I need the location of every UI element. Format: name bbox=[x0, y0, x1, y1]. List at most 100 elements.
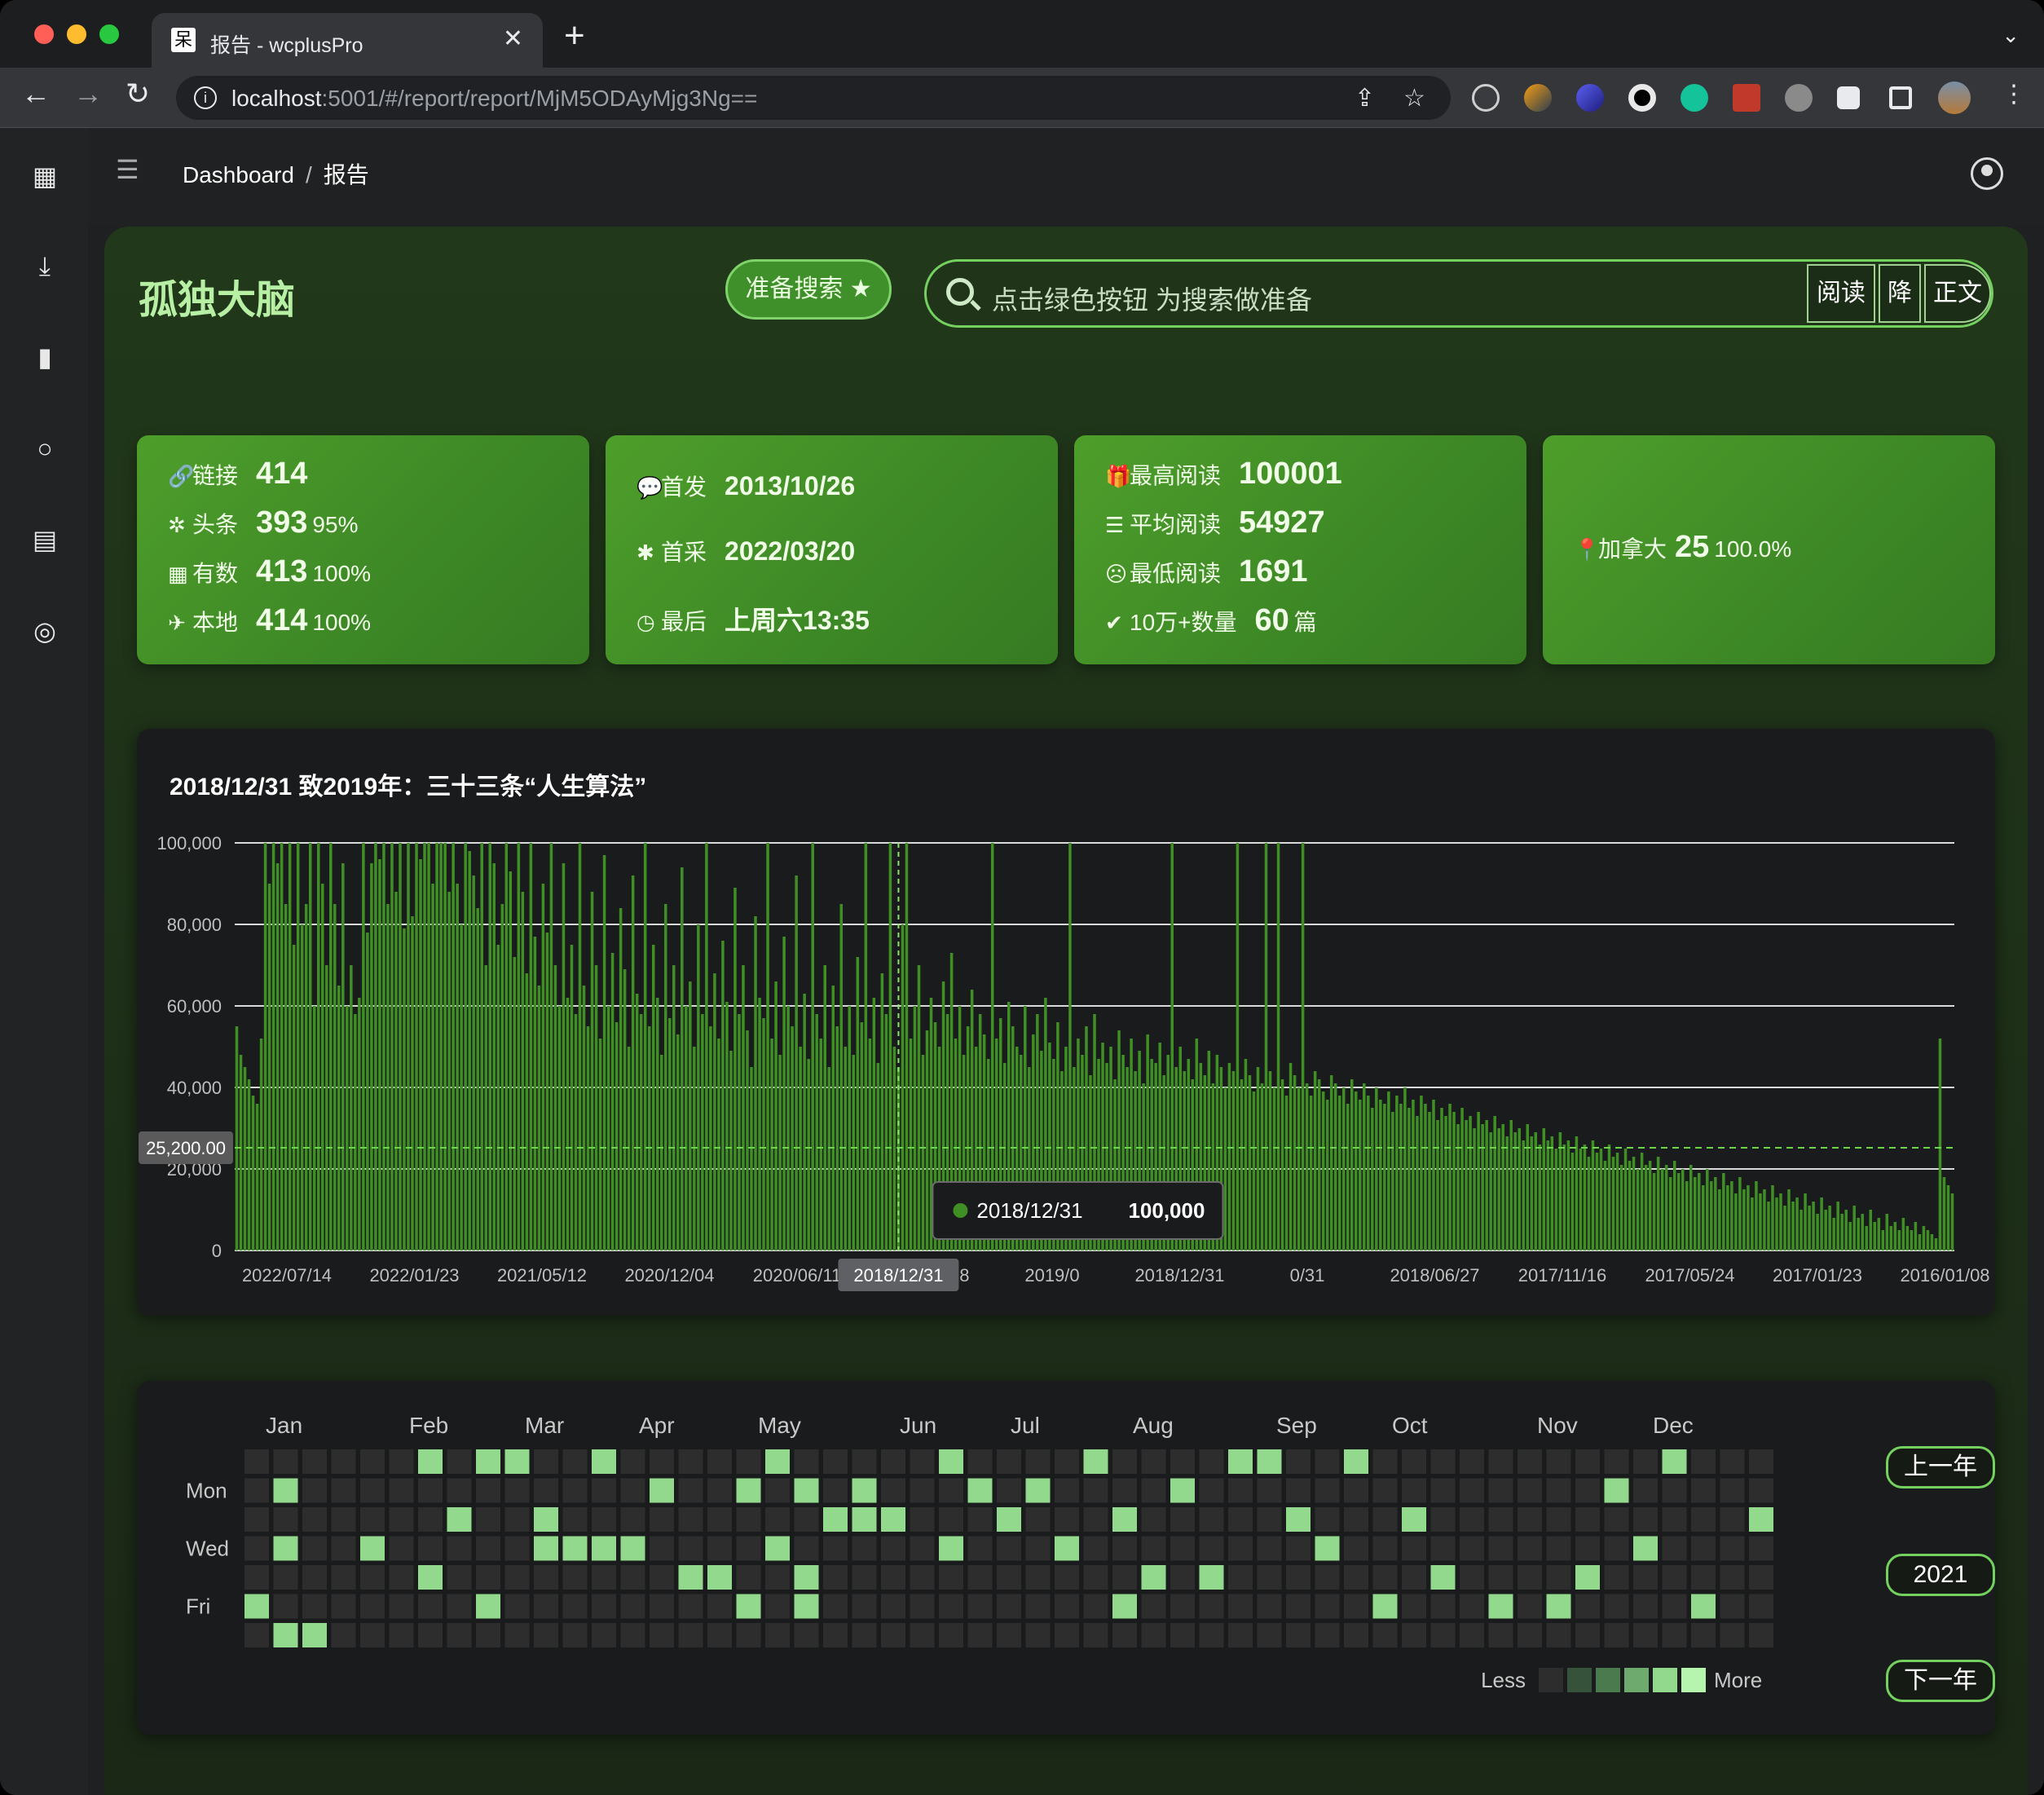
sidebar-download-icon[interactable]: ⤓ bbox=[29, 250, 60, 281]
heatmap-cell bbox=[1749, 1565, 1773, 1590]
chart-bar bbox=[729, 1051, 733, 1250]
browser-tab[interactable]: 呆 报告 - wcplusPro ✕ bbox=[152, 13, 543, 68]
heatmap-cell-active bbox=[1488, 1594, 1513, 1619]
heatmap-cell bbox=[1430, 1594, 1456, 1619]
url-text[interactable]: localhost:5001/#/report/report/MjM5ODAyM… bbox=[231, 86, 757, 112]
chart-bar bbox=[1730, 1181, 1733, 1250]
chart-bar bbox=[647, 1026, 651, 1250]
breadcrumb-dashboard[interactable]: Dashboard bbox=[183, 162, 294, 187]
heatmap-cell-active bbox=[476, 1449, 500, 1474]
chart-bar bbox=[435, 843, 438, 1250]
chart-bar bbox=[713, 973, 716, 1250]
chart-bar bbox=[742, 965, 745, 1250]
chart-bar bbox=[1276, 843, 1280, 1250]
y-tick-label: 80,000 bbox=[167, 915, 222, 935]
chart-bar bbox=[403, 928, 406, 1250]
browser-menu-icon[interactable]: ⋮ bbox=[2002, 82, 2026, 107]
extension-orange-icon[interactable] bbox=[1524, 84, 1552, 112]
chart-bar bbox=[529, 843, 533, 1250]
chart-bar bbox=[513, 957, 517, 1250]
menu-toggle-icon[interactable]: ☰ bbox=[116, 154, 139, 185]
next-year-button[interactable]: 下一年 bbox=[1886, 1660, 1995, 1702]
heatmap-cell bbox=[504, 1478, 530, 1503]
close-window-button[interactable] bbox=[34, 24, 54, 44]
search-body-button[interactable]: 正文 bbox=[1924, 264, 1991, 323]
heatmap-cell bbox=[1286, 1536, 1311, 1561]
heatmap-cell bbox=[1488, 1623, 1513, 1647]
chart-bar bbox=[860, 1022, 864, 1250]
tab-close-icon[interactable]: ✕ bbox=[503, 24, 523, 53]
chart-bar bbox=[1836, 1202, 1839, 1250]
links-label: 链接 bbox=[192, 463, 239, 488]
extension-ring-icon[interactable] bbox=[1628, 84, 1656, 112]
heatmap-cell bbox=[1402, 1478, 1426, 1503]
sidebar-help-icon[interactable]: ◎ bbox=[29, 615, 60, 646]
bookmark-star-icon[interactable]: ☆ bbox=[1403, 84, 1425, 112]
search-input[interactable]: 点击绿色按钮 为搜索做准备 bbox=[992, 280, 1312, 317]
heatmap-cell bbox=[1083, 1536, 1108, 1561]
address-bar[interactable]: i localhost:5001/#/report/report/MjM5ODA… bbox=[176, 76, 1451, 120]
search-bar[interactable]: 点击绿色按钮 为搜索做准备 阅读 降 正文 bbox=[924, 259, 1993, 328]
chart-bar bbox=[598, 1039, 602, 1250]
month-label: Jan bbox=[266, 1413, 302, 1438]
extensions-puzzle-icon[interactable] bbox=[1837, 86, 1860, 109]
chart-bar bbox=[791, 1026, 794, 1250]
forward-arrow-icon[interactable]: → bbox=[73, 79, 103, 108]
minimize-window-button[interactable] bbox=[67, 24, 86, 44]
heatmap-cell bbox=[997, 1623, 1021, 1647]
sidebar-chart-icon[interactable]: ▮ bbox=[29, 342, 60, 373]
heatmap-cell bbox=[562, 1449, 588, 1474]
chart-bar bbox=[1566, 1140, 1570, 1250]
sort-by-read-button[interactable]: 阅读 bbox=[1807, 264, 1875, 323]
chart-bar bbox=[484, 965, 487, 1250]
heatmap-cell-active bbox=[418, 1565, 443, 1590]
heatmap-cell bbox=[881, 1594, 905, 1619]
x-tick-label: 2020/12/04 bbox=[624, 1265, 714, 1286]
heatmap-cell bbox=[1662, 1507, 1687, 1532]
heatmap-cell bbox=[1575, 1623, 1600, 1647]
chart-bar bbox=[1481, 1124, 1484, 1250]
breadcrumb: Dashboard / 报告 bbox=[183, 157, 369, 190]
chart-bar bbox=[655, 998, 659, 1250]
extension-red-icon[interactable] bbox=[1733, 84, 1760, 112]
share-icon[interactable]: ⇪ bbox=[1355, 84, 1375, 112]
maximize-window-button[interactable] bbox=[99, 24, 119, 44]
extension-blue-icon[interactable] bbox=[1576, 84, 1604, 112]
extension-grammarly-icon[interactable] bbox=[1681, 84, 1708, 112]
back-arrow-icon[interactable]: ← bbox=[21, 79, 51, 108]
heatmap-cell bbox=[1141, 1507, 1166, 1532]
heatmap-cell bbox=[447, 1478, 472, 1503]
sidebar-dashboard-icon[interactable]: ▦ bbox=[29, 161, 60, 192]
chart-bar bbox=[1363, 1083, 1366, 1250]
month-label: Oct bbox=[1392, 1413, 1428, 1438]
side-panel-icon[interactable] bbox=[1889, 86, 1912, 109]
chart-bar bbox=[1607, 1144, 1611, 1250]
heatmap-cell bbox=[1604, 1594, 1629, 1619]
heatmap-cell bbox=[1141, 1623, 1166, 1647]
calendar-heatmap[interactable]: Jan Feb Mar Apr May Jun Jul Aug Sep Oct Nov Dec Mon W… bbox=[137, 1381, 1857, 1735]
sidebar-clipboard-icon[interactable]: ▤ bbox=[29, 524, 60, 555]
reads-bar-chart[interactable]: 020,00040,00060,00080,000100,0002022/07/… bbox=[137, 729, 1995, 1316]
extension-k-icon[interactable] bbox=[1785, 84, 1813, 112]
heatmap-cell bbox=[360, 1565, 385, 1590]
sidebar-search-icon[interactable]: ○ bbox=[29, 433, 60, 464]
site-info-icon[interactable]: i bbox=[194, 86, 217, 109]
chart-bar bbox=[362, 843, 365, 1250]
tab-search-chevron-icon[interactable]: ⌄ bbox=[2002, 23, 2020, 48]
sort-desc-button[interactable]: 降 bbox=[1879, 264, 1921, 323]
chart-bar bbox=[350, 965, 353, 1250]
year-button[interactable]: 2021 bbox=[1886, 1554, 1995, 1596]
new-tab-icon[interactable]: + bbox=[564, 18, 585, 54]
reload-icon[interactable]: ↻ bbox=[126, 79, 150, 108]
over-unit: 篇 bbox=[1293, 610, 1317, 635]
profile-avatar-icon[interactable] bbox=[1938, 82, 1971, 114]
prev-year-button[interactable]: 上一年 bbox=[1886, 1446, 1995, 1488]
heatmap-cell bbox=[707, 1536, 732, 1561]
chart-bar bbox=[594, 965, 598, 1250]
heatmap-cell bbox=[1286, 1449, 1311, 1474]
chart-bar bbox=[1893, 1222, 1897, 1250]
user-avatar-icon[interactable] bbox=[1971, 157, 2003, 190]
prepare-search-button[interactable]: 准备搜索 ★ bbox=[725, 259, 892, 320]
extension-glasses-icon[interactable] bbox=[1472, 84, 1500, 112]
heatmap-cell bbox=[707, 1478, 732, 1503]
